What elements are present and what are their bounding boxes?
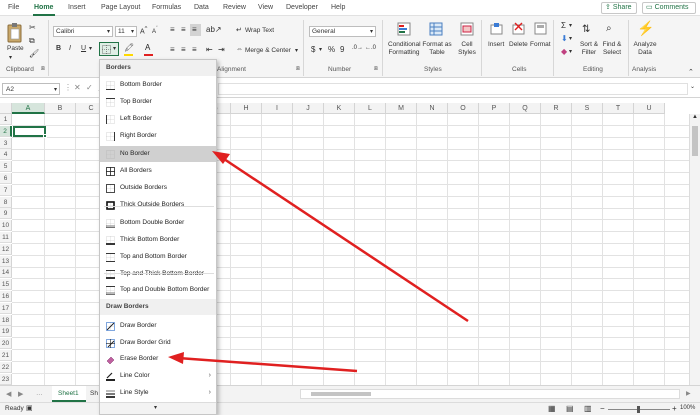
annotation-arrows (168, 151, 469, 373)
annotation-arrow-line (177, 356, 358, 373)
annotation-arrow-line (220, 155, 469, 323)
annotation-arrowhead (168, 352, 184, 364)
